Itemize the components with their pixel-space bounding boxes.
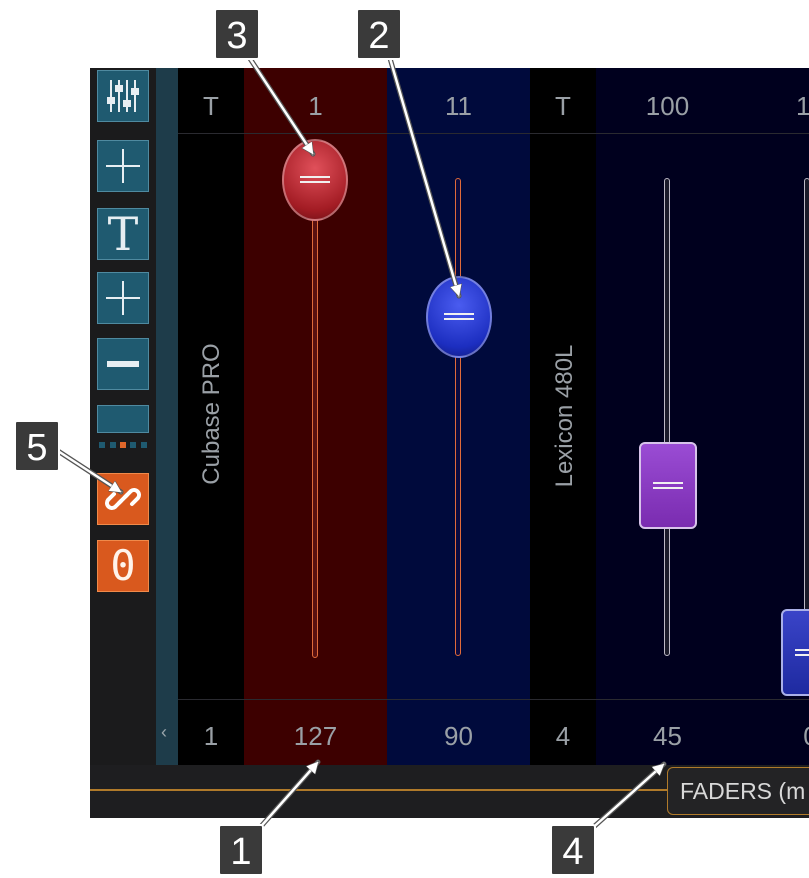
fader-track-11[interactable]: [455, 178, 461, 656]
channel-header: 100: [645, 91, 690, 121]
callout-5: 5: [14, 420, 60, 472]
mixer-icon: [107, 80, 139, 112]
channel-header: 11: [445, 91, 472, 121]
mixer-button[interactable]: [97, 70, 149, 122]
add-fader-button[interactable]: [97, 272, 149, 324]
callout-3: 3: [214, 8, 260, 60]
channel-header: T: [555, 91, 571, 121]
fader-knob-100[interactable]: [639, 442, 697, 529]
device-label-lexicon: Lexicon 480L: [551, 344, 578, 488]
view-toggle-icon: [97, 405, 149, 433]
remove-button[interactable]: [97, 338, 149, 390]
minus-icon: [107, 361, 139, 367]
channel-value: 0: [739, 721, 809, 751]
channel-value: 1: [203, 721, 219, 751]
zero-icon: 0: [110, 541, 136, 590]
fader-knob-10[interactable]: [781, 609, 809, 696]
callout-2: 2: [356, 8, 402, 60]
plus-icon: [106, 149, 140, 183]
collapse-handle[interactable]: ‹: [156, 68, 178, 765]
channel-value: 45: [653, 721, 682, 751]
text-button[interactable]: T: [97, 208, 149, 260]
channel-value: 90: [444, 721, 473, 751]
link-button[interactable]: [97, 473, 149, 525]
fader-knob-11[interactable]: [426, 276, 492, 358]
channel-header: 1: [308, 91, 323, 121]
chevron-left-icon: ‹: [161, 722, 167, 742]
add-button[interactable]: [97, 140, 149, 192]
page-indicator: [97, 438, 149, 452]
device-label-cubase: Cubase PRO: [198, 343, 225, 485]
channel-value: 4: [555, 721, 571, 751]
fader-track-1[interactable]: [312, 148, 318, 658]
plus-icon: [106, 281, 140, 315]
callout-1: 1: [218, 824, 264, 876]
text-icon: T: [107, 207, 139, 261]
link-icon: [105, 488, 141, 510]
channel-header: T: [203, 91, 219, 121]
fader-strips: ‹ T 1 1 127 11 90 T 4 100 45 10 0 Cubase…: [156, 68, 809, 765]
view-toggle-button[interactable]: [97, 405, 149, 455]
fader-track-10[interactable]: [804, 178, 809, 656]
fader-knob-1[interactable]: [282, 139, 348, 221]
fader-track-100[interactable]: [664, 178, 670, 656]
channel-header: 10: [796, 91, 809, 121]
bottom-bar: FADERS (m: [90, 765, 809, 818]
zero-button[interactable]: 0: [97, 540, 149, 592]
faders-tab[interactable]: FADERS (m: [667, 767, 809, 815]
footer-divider: [178, 699, 809, 700]
channel-value: 127: [293, 721, 338, 751]
bottom-divider: [90, 789, 667, 791]
toolbar: T 0: [90, 68, 156, 788]
header-divider: [178, 133, 809, 134]
callout-4: 4: [550, 824, 596, 876]
